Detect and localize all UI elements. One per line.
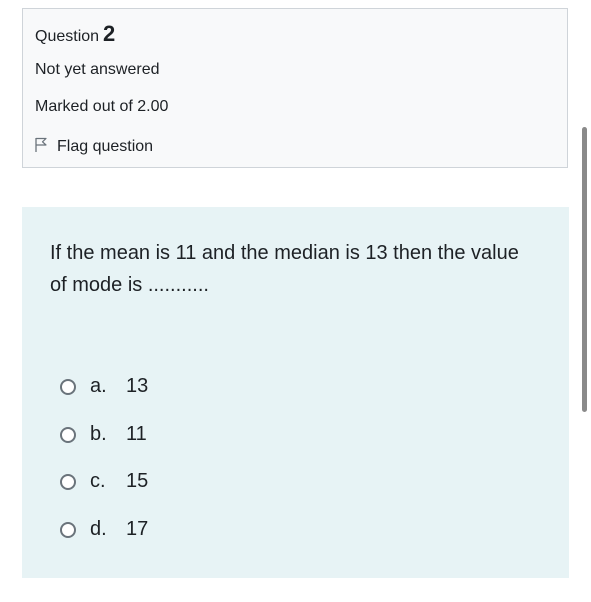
option-value: 11 [126,423,147,445]
question-grade: Marked out of 2.00 [35,98,169,115]
flag-question-label: Flag question [57,137,154,155]
option-letter: c. [90,470,106,492]
question-state: Not yet answered [35,61,160,78]
question-number: 2 [103,21,116,46]
flag-icon [33,135,57,158]
answer-option-a[interactable]: a. 13 [60,375,148,398]
radio-button[interactable] [60,521,76,538]
answer-option-c[interactable]: c. 15 [60,470,148,493]
flag-question-link[interactable]: Flag question [33,135,153,158]
option-value: 15 [126,470,149,492]
question-info-panel: Question 2 Not yet answered Marked out of… [22,8,568,168]
answer-option-b[interactable]: b. 11 [60,423,147,446]
radio-button[interactable] [60,378,76,395]
question-content: If the mean is 11 and the median is 13 t… [22,207,569,578]
question-label: Question [35,28,100,45]
radio-button[interactable] [60,473,76,490]
question-text: If the mean is 11 and the median is 13 t… [50,242,519,296]
option-value: 13 [126,375,149,397]
answer-option-d[interactable]: d. 17 [60,518,148,541]
option-letter: b. [90,423,107,445]
question-heading: Question 2 [35,21,115,47]
option-value: 17 [126,518,149,540]
radio-button[interactable] [60,426,76,443]
option-letter: a. [90,375,107,397]
option-letter: d. [90,518,107,540]
scrollbar[interactable] [582,127,587,412]
